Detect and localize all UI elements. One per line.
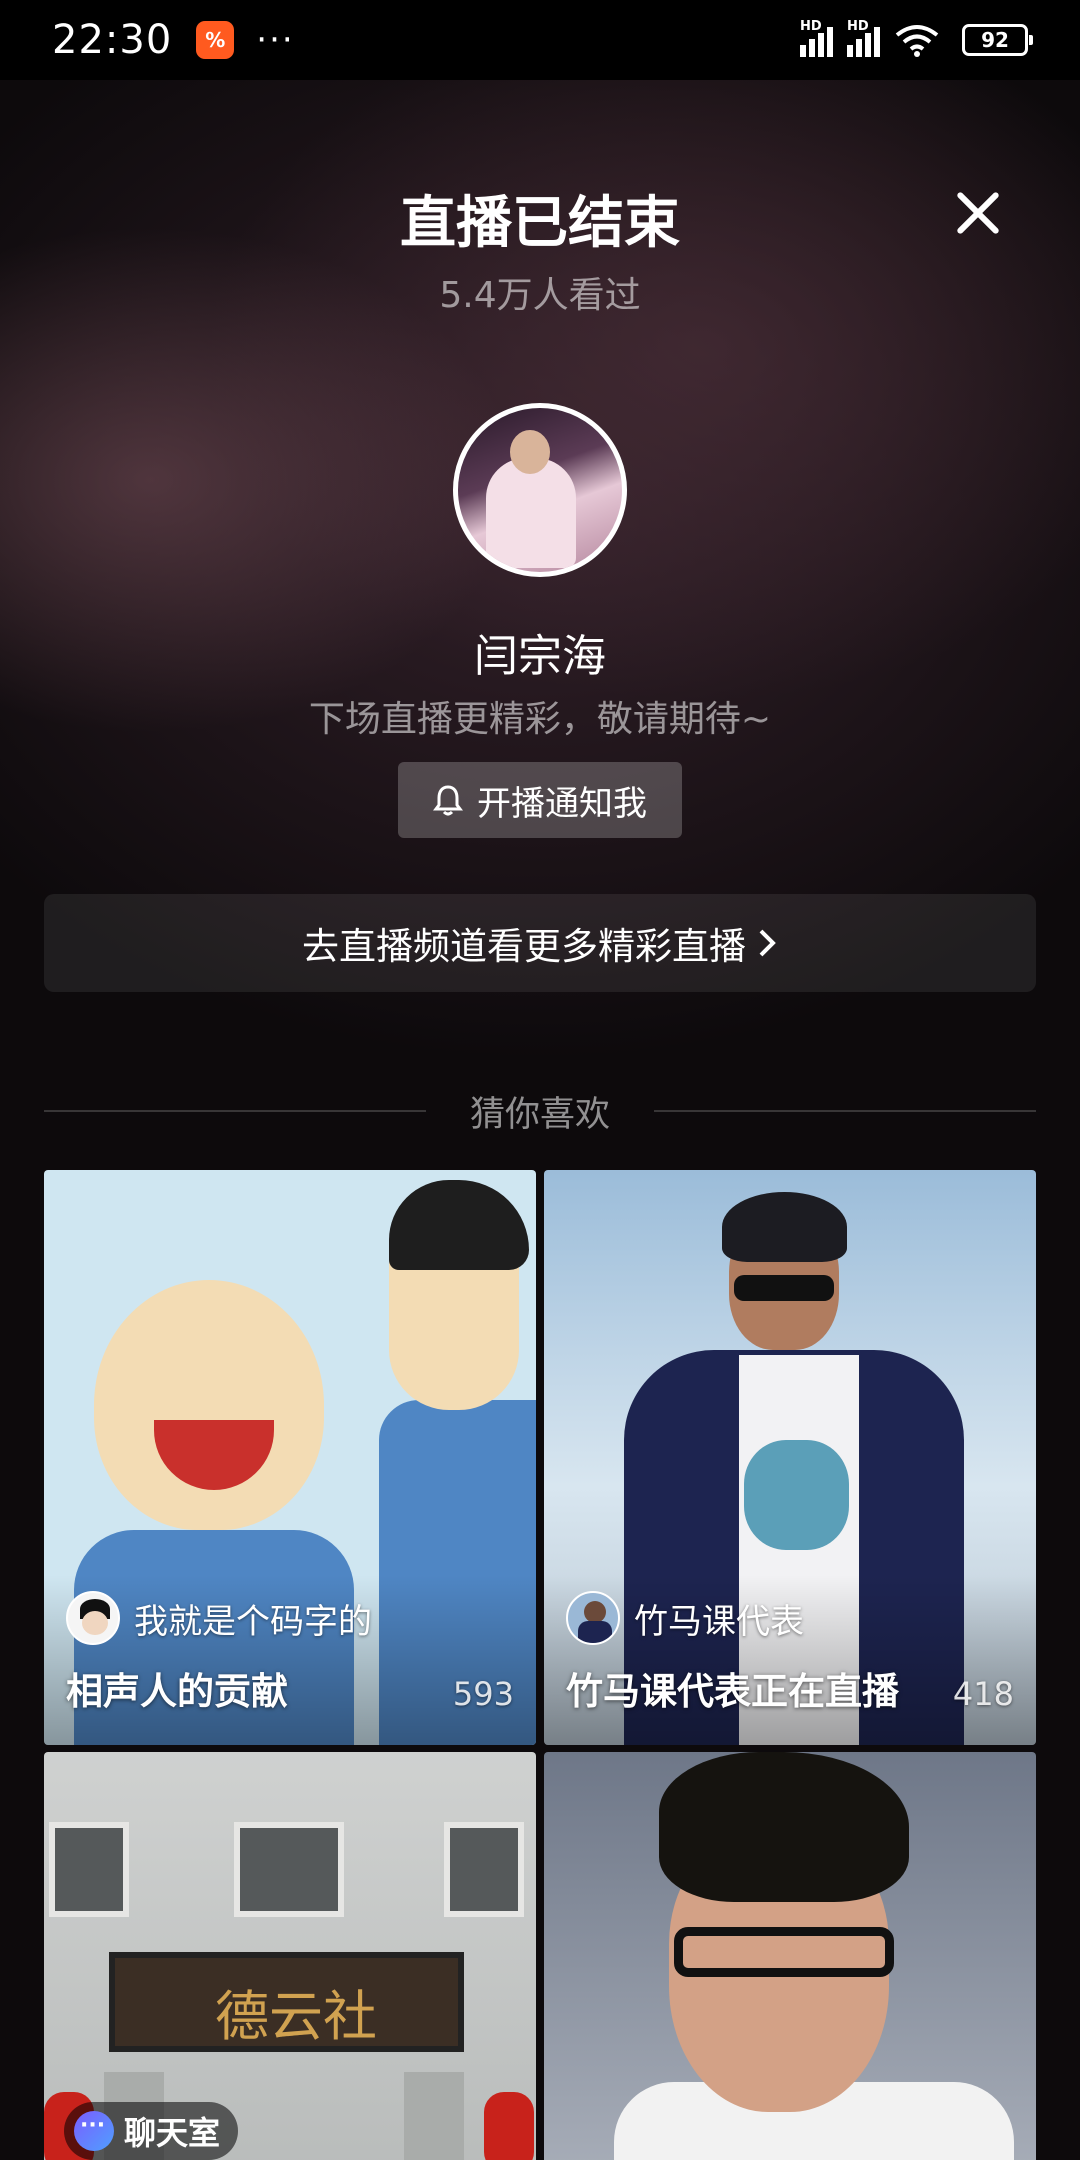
- status-bar: 22:30 % ··· HD HD 92: [0, 0, 1080, 80]
- card-user: 我就是个码字的: [66, 1591, 372, 1645]
- streamer-name[interactable]: 闫宗海: [0, 620, 1080, 684]
- app-notification-icon: %: [196, 21, 235, 59]
- sign-text: 德云社: [215, 1985, 377, 2048]
- chat-room-icon: [74, 2111, 114, 2151]
- card-viewer-count: 593: [452, 1675, 514, 1713]
- chevron-right-icon: [759, 929, 776, 957]
- live-card[interactable]: 竹马课代表 竹马课代表正在直播 418: [544, 1170, 1036, 1745]
- card-viewer-count: 418: [952, 1675, 1014, 1713]
- bell-icon: [433, 785, 463, 816]
- recommend-section-header: 猜你喜欢: [44, 1086, 1037, 1136]
- notify-me-button[interactable]: 开播通知我: [398, 762, 682, 838]
- live-card[interactable]: 德云社 聊天室: [44, 1752, 536, 2160]
- avatar: [566, 1591, 620, 1645]
- live-card[interactable]: 我就是个码字的 相声人的贡献 593: [44, 1170, 536, 1745]
- more-notifications-icon: ···: [256, 20, 295, 60]
- avatar: [66, 1591, 120, 1645]
- live-channel-link[interactable]: 去直播频道看更多精彩直播: [44, 894, 1036, 992]
- page-title: 直播已结束: [400, 191, 680, 256]
- streamer-subtitle: 下场直播更精彩，敬请期待~: [308, 699, 772, 740]
- status-time: 22:30: [52, 17, 173, 63]
- live-channel-label: 去直播频道看更多精彩直播: [302, 925, 746, 968]
- signal-hd-label: HD: [800, 19, 822, 34]
- card-user: 竹马课代表: [566, 1591, 804, 1645]
- signal-hd-label: HD: [847, 19, 869, 34]
- card-user-name: 我就是个码字的: [134, 1601, 372, 1642]
- streamer-avatar[interactable]: [453, 403, 627, 577]
- card-title: 竹马课代表正在直播: [566, 1670, 899, 1713]
- status-right-group: HD HD 92: [800, 19, 1033, 57]
- battery-icon: 92: [962, 24, 1033, 56]
- recommend-section-title: 猜你喜欢: [470, 1094, 611, 1135]
- viewer-count: 5.4万人看过: [439, 275, 641, 316]
- divider: [44, 1110, 426, 1112]
- wifi-icon: [895, 25, 939, 57]
- live-card[interactable]: [544, 1752, 1036, 2160]
- chat-room-label: 聊天室: [124, 2114, 221, 2152]
- chat-room-tag: 聊天室: [64, 2102, 239, 2160]
- signal-icon: HD: [847, 19, 880, 57]
- card-user-name: 竹马课代表: [634, 1601, 804, 1642]
- notify-me-label: 开播通知我: [477, 783, 647, 824]
- live-ended-screen: 22:30 % ··· HD HD 92 直播已结束 5.4万人看过 闫宗海 下…: [0, 0, 1080, 2160]
- building-sign: 德云社: [109, 1952, 464, 2052]
- divider: [654, 1110, 1037, 1112]
- close-icon[interactable]: [950, 185, 1006, 241]
- card-title: 相声人的贡献: [66, 1670, 288, 1713]
- signal-icon: HD: [800, 19, 833, 57]
